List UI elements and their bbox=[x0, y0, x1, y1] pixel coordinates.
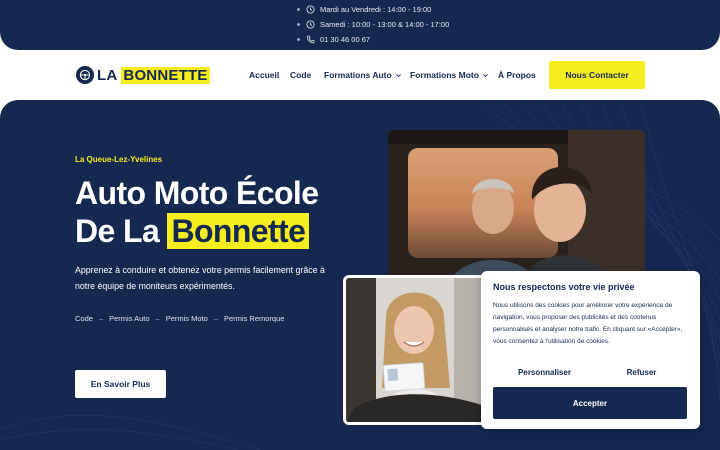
tag-separator: – bbox=[155, 314, 160, 323]
learn-more-button[interactable]: En Savoir Plus bbox=[75, 370, 166, 398]
phone-icon bbox=[306, 35, 315, 44]
hours-weekday-text: Mardi au Vendredi : 14:00 - 19:00 bbox=[320, 5, 432, 14]
tag-permis-remorque: Permis Remorque bbox=[223, 314, 285, 323]
cookie-title: Nous respectons votre vie privée bbox=[493, 282, 635, 292]
tag-permis-auto: Permis Auto bbox=[109, 314, 150, 323]
tag-permis-moto: Permis Moto bbox=[165, 314, 208, 323]
location-label: La Queue-Lez-Yvelines bbox=[75, 155, 163, 164]
nav-item-formations-auto[interactable]: Formations Auto bbox=[324, 50, 402, 100]
brand-name-part2: BONNETTE bbox=[121, 66, 210, 84]
hours-saturday-text: Samedi : 10:00 - 13:00 & 14:00 - 17:00 bbox=[320, 20, 450, 29]
top-info-bar: Mardi au Vendredi : 14:00 - 19:00 Samedi… bbox=[0, 0, 720, 50]
nav-item-code[interactable]: Code bbox=[290, 50, 311, 100]
hero-title-highlight: Bonnette bbox=[167, 213, 310, 249]
clock-icon bbox=[306, 5, 315, 14]
phone-row[interactable]: 01 30 46 00 67 bbox=[297, 35, 370, 44]
hours-saturday-row: Samedi : 10:00 - 13:00 & 14:00 - 17:00 bbox=[297, 20, 449, 29]
chevron-down-icon bbox=[395, 73, 401, 77]
hero-title-line1: Auto Moto École bbox=[75, 175, 319, 211]
cookie-customize-button[interactable]: Personnaliser bbox=[493, 361, 596, 383]
nav-item-accueil[interactable]: Accueil bbox=[249, 50, 279, 100]
nav-item-formations-moto[interactable]: Formations Moto bbox=[410, 50, 489, 100]
chevron-down-icon bbox=[482, 73, 488, 77]
phone-text[interactable]: 01 30 46 00 67 bbox=[320, 35, 370, 44]
hero-description: Apprenez à conduire et obtenez votre per… bbox=[75, 265, 325, 291]
hero-title: Auto Moto École De La Bonnette bbox=[75, 174, 319, 250]
steering-wheel-logo-icon bbox=[76, 66, 94, 84]
tag-separator: – bbox=[98, 314, 104, 323]
contact-button[interactable]: Nous Contacter bbox=[549, 61, 645, 89]
cookie-accept-button[interactable]: Accepter bbox=[493, 387, 687, 419]
cookie-refuse-button[interactable]: Refuser bbox=[590, 361, 693, 383]
brand-logo[interactable]: LA BONNETTE bbox=[76, 65, 210, 85]
page: Mardi au Vendredi : 14:00 - 19:00 Samedi… bbox=[0, 0, 720, 450]
clock-icon bbox=[306, 20, 315, 29]
hero-photo-driving-lesson bbox=[388, 130, 645, 290]
nav-item-a-propos[interactable]: À Propos bbox=[498, 50, 536, 100]
permit-tags: Code – Permis Auto – Permis Moto – Permi… bbox=[75, 314, 284, 323]
hours-weekday-row: Mardi au Vendredi : 14:00 - 19:00 bbox=[297, 5, 431, 14]
cookie-body: Nous utilisons des cookies pour améliore… bbox=[493, 302, 683, 345]
brand-name-part1: LA bbox=[97, 66, 118, 84]
tag-code: Code bbox=[75, 314, 93, 323]
tag-separator: – bbox=[213, 314, 218, 323]
hero-photo-student-license bbox=[343, 275, 488, 425]
hero-title-line2-prefix: De La bbox=[75, 213, 160, 249]
cookie-consent-dialog: Nous respectons votre vie privée Nous ut… bbox=[481, 271, 700, 429]
